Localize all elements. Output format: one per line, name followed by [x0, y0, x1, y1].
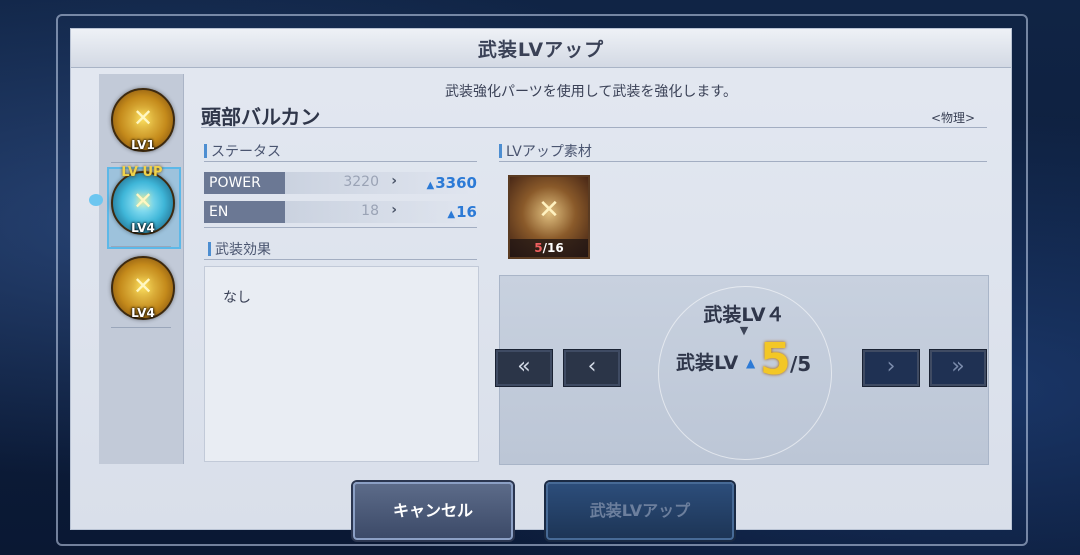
- prev-level-button[interactable]: ‹: [563, 349, 621, 387]
- arrow-right-icon: ›: [391, 173, 397, 189]
- effect-heading: 武装効果: [208, 239, 271, 259]
- weapon-emblem-icon: ✕: [132, 272, 154, 300]
- weapon-lvup-button[interactable]: 武装LVアップ: [546, 482, 734, 540]
- divider: [111, 327, 171, 328]
- stat-old-value: 3220: [343, 174, 379, 190]
- weapon-emblem-icon: ✕: [132, 187, 154, 215]
- weapon-slot-level: LV4: [131, 221, 155, 235]
- dialog-titlebar: 武装LVアップ: [71, 29, 1011, 68]
- effect-text: なし: [223, 290, 251, 306]
- weapon-lvup-dialog: 武装LVアップ ✕ LV1 ✕ LV4 LV UP ✕ LV4 武装強化パーツを…: [70, 28, 1012, 530]
- weapon-emblem-icon: ✕: [132, 104, 154, 132]
- materials-heading: LVアップ素材: [499, 141, 592, 161]
- weapon-type: <物理>: [931, 111, 976, 125]
- cancel-button[interactable]: キャンセル: [353, 482, 513, 540]
- divider: [204, 161, 477, 162]
- stat-name: EN: [204, 201, 285, 223]
- stat-name: POWER: [204, 172, 285, 194]
- max-level: /5: [790, 352, 812, 376]
- divider: [201, 127, 987, 128]
- material-item[interactable]: ✕ 5/16: [508, 175, 590, 259]
- dialog-title: 武装LVアップ: [477, 38, 605, 61]
- effect-box: なし: [204, 266, 479, 462]
- arrow-right-icon: ›: [391, 202, 397, 218]
- dialog-description: 武装強化パーツを使用して武装を強化します。: [445, 84, 737, 100]
- weapon-slot-level: LV1: [131, 138, 155, 152]
- status-heading: ステータス: [204, 141, 281, 161]
- stat-old-value: 18: [361, 203, 379, 219]
- weapon-name: 頭部バルカン: [201, 105, 321, 129]
- next-level-label: 武装LV: [676, 352, 739, 374]
- weapon-slot-3[interactable]: ✕ LV4: [111, 256, 175, 320]
- divider: [499, 161, 987, 162]
- selected-pointer-icon: [89, 194, 103, 206]
- stat-new-value: 16: [447, 203, 477, 221]
- chevron-down-icon: ▼: [739, 324, 749, 337]
- current-level: 武装LV４: [703, 304, 785, 326]
- weapon-sidebar: ✕ LV1 ✕ LV4 LV UP ✕ LV4: [89, 74, 184, 464]
- weapon-slot-1[interactable]: ✕ LV1: [111, 88, 175, 152]
- last-level-button[interactable]: »: [929, 349, 987, 387]
- weapon-slot-2[interactable]: ✕ LV4: [111, 171, 175, 235]
- stat-row-power: POWER 3220 › 3360: [204, 172, 477, 196]
- first-level-button[interactable]: «: [495, 349, 553, 387]
- next-level-value: 5: [760, 334, 791, 385]
- divider: [204, 259, 477, 260]
- next-level-button[interactable]: ›: [862, 349, 920, 387]
- weapon-slot-level: LV4: [131, 306, 155, 320]
- level-up-arrow-icon: ▲: [746, 356, 756, 370]
- lvup-badge: LV UP: [121, 165, 163, 180]
- material-count: 5/16: [510, 239, 588, 257]
- divider: [204, 227, 477, 228]
- stat-new-value: 3360: [427, 174, 477, 192]
- material-icon: ✕: [538, 195, 560, 225]
- stat-row-en: EN 18 › 16: [204, 201, 477, 225]
- divider: [111, 162, 171, 163]
- divider: [111, 246, 171, 247]
